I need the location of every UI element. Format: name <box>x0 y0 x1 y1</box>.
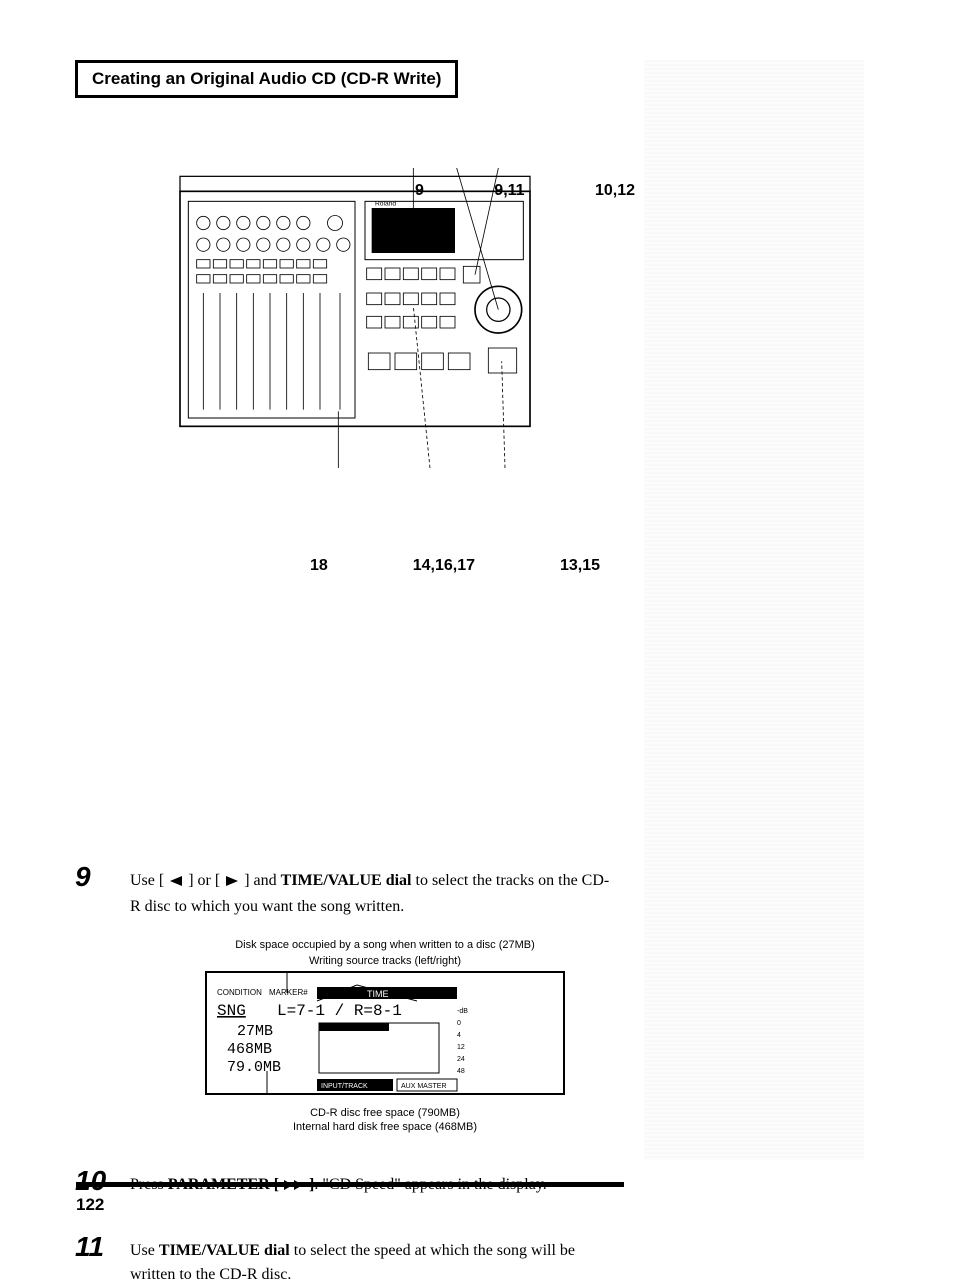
right-arrow-icon <box>224 871 240 895</box>
lcd-figure: Disk space occupied by a song when writt… <box>205 939 565 1133</box>
svg-text:27MB: 27MB <box>237 1023 273 1040</box>
step-text: Use [ ] or [ ] and TIME/VALUE dial to se… <box>130 863 615 919</box>
text: ] and <box>244 872 280 889</box>
svg-text:TIME: TIME <box>367 989 389 999</box>
bold-text: TIME/VALUE dial <box>159 1242 290 1259</box>
svg-text:12: 12 <box>457 1044 465 1051</box>
text: ] or [ <box>188 872 220 889</box>
callout-label: 14,16,17 <box>413 557 475 575</box>
svg-text:79.0MB: 79.0MB <box>227 1059 281 1076</box>
svg-text:CONDITION: CONDITION <box>217 988 262 997</box>
fast-forward-icon <box>283 1175 305 1199</box>
footer-rule <box>76 1182 624 1187</box>
ghost-margin-text <box>644 60 864 1160</box>
svg-text:0: 0 <box>457 1020 461 1027</box>
svg-text:48: 48 <box>457 1068 465 1075</box>
device-diagram: Roland <box>135 168 575 468</box>
svg-text:INPUT/TRACK: INPUT/TRACK <box>321 1083 368 1090</box>
callout-label: 18 <box>310 557 328 575</box>
svg-text:MARKER#: MARKER# <box>269 988 308 997</box>
figure-caption: CD-R disc free space (790MB) <box>205 1107 565 1119</box>
callout-label: 13,15 <box>560 557 600 575</box>
lcd-screen: CONDITION MARKER# TIME SNG L=7-1 / R=8-1… <box>205 971 565 1095</box>
figure-caption: Disk space occupied by a song when writt… <box>205 939 565 951</box>
svg-text:4: 4 <box>457 1032 461 1039</box>
step-number: 11 <box>75 1233 130 1261</box>
section-header: Creating an Original Audio CD (CD-R Writ… <box>75 60 458 98</box>
svg-text:24: 24 <box>457 1056 465 1063</box>
step-11: 11 Use TIME/VALUE dial to select the spe… <box>75 1233 615 1287</box>
step-text: Use TIME/VALUE dial to select the speed … <box>130 1233 615 1287</box>
svg-text:468MB: 468MB <box>227 1041 272 1058</box>
figure-caption: Internal hard disk free space (468MB) <box>205 1121 565 1133</box>
step-number: 9 <box>75 863 130 891</box>
device-callouts-bottom: 18 14,16,17 13,15 <box>310 557 600 575</box>
svg-text:-dB: -dB <box>457 1008 468 1015</box>
bold-text: TIME/VALUE dial <box>281 872 412 889</box>
callout-label: 10,12 <box>595 182 635 200</box>
brand-label: Roland <box>375 201 396 208</box>
svg-text:SNG: SNG <box>217 1002 246 1020</box>
text: Use [ <box>130 872 164 889</box>
text: Use <box>130 1242 159 1259</box>
step-9: 9 Use [ ] or [ ] and TIME/VALUE dial to … <box>75 863 615 919</box>
step-number: 10 <box>75 1167 130 1195</box>
page: Creating an Original Audio CD (CD-R Writ… <box>0 0 954 1241</box>
svg-text:AUX MASTER: AUX MASTER <box>401 1083 447 1090</box>
left-arrow-icon <box>168 871 184 895</box>
svg-text:L=7-1 / R=8-1: L=7-1 / R=8-1 <box>277 1002 402 1020</box>
figure-caption: Writing source tracks (left/right) <box>205 955 565 967</box>
page-number: 122 <box>76 1195 104 1215</box>
